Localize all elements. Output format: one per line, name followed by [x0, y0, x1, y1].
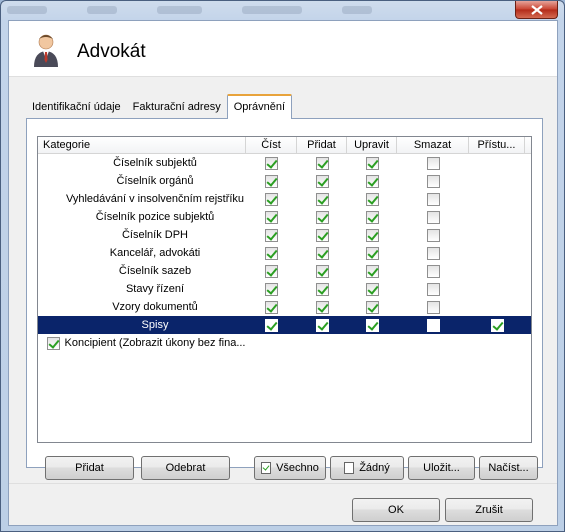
add-checkbox[interactable] — [315, 156, 329, 170]
add-checkbox[interactable] — [315, 228, 329, 242]
access-checkbox[interactable] — [490, 318, 504, 332]
dialog-footer: OK Zrušit — [9, 483, 557, 525]
read-checkbox[interactable] — [265, 156, 278, 170]
add-checkbox[interactable] — [315, 282, 329, 296]
row-label: Stavy řízení — [125, 283, 185, 295]
add-checkbox[interactable] — [315, 264, 329, 278]
row-label: Vyhledávání v insolvenčním rejstříku — [65, 193, 245, 205]
dialog-window: Advokát Identifikační údaje Fakturační a… — [0, 0, 565, 532]
user-icon — [34, 34, 58, 67]
edit-checkbox[interactable] — [365, 246, 379, 260]
tab-billing-addresses[interactable]: Fakturační adresy — [127, 96, 227, 118]
table-row[interactable]: Kancelář, advokáti — [38, 244, 531, 262]
add-checkbox[interactable] — [315, 174, 329, 188]
column-headers: Kategorie Číst Přidat Upravit Smazat Pří… — [38, 137, 531, 154]
delete-checkbox[interactable] — [426, 264, 440, 278]
read-checkbox[interactable] — [265, 192, 278, 206]
titlebar — [7, 3, 507, 17]
row-label: Spisy — [141, 319, 169, 331]
read-checkbox[interactable] — [265, 174, 278, 188]
table-row[interactable]: Vzory dokumentů — [38, 298, 531, 316]
table-row[interactable]: Vyhledávání v insolvenčním rejstříku — [38, 190, 531, 208]
permissions-panel: Kategorie Číst Přidat Upravit Smazat Pří… — [26, 118, 543, 480]
delete-checkbox[interactable] — [426, 174, 440, 188]
read-checkbox[interactable] — [265, 210, 278, 224]
ok-button[interactable]: OK — [352, 498, 440, 522]
delete-checkbox[interactable] — [426, 210, 440, 224]
add-checkbox[interactable] — [315, 246, 329, 260]
column-header-category[interactable]: Kategorie — [38, 137, 246, 153]
column-header-add[interactable]: Přidat — [297, 137, 347, 153]
delete-checkbox[interactable] — [426, 318, 440, 332]
table-row[interactable]: Číselník DPH — [38, 226, 531, 244]
row-label: Číselník DPH — [121, 229, 189, 241]
edit-checkbox[interactable] — [365, 228, 379, 242]
edit-checkbox[interactable] — [365, 210, 379, 224]
read-checkbox[interactable] — [265, 246, 278, 260]
read-checkbox[interactable] — [265, 228, 278, 242]
select-all-button[interactable]: Všechno — [254, 456, 326, 480]
row-label: Číselník sazeb — [118, 265, 192, 277]
table-row[interactable]: Spisy — [38, 316, 531, 334]
edit-checkbox[interactable] — [365, 156, 379, 170]
tab-identification[interactable]: Identifikační údaje — [26, 96, 127, 118]
column-header-delete[interactable]: Smazat — [397, 137, 469, 153]
table-row[interactable]: Stavy řízení — [38, 280, 531, 298]
select-none-button[interactable]: Žádný — [330, 456, 404, 480]
read-checkbox[interactable] — [265, 264, 278, 278]
read-checkbox[interactable] — [265, 318, 278, 332]
row-label: Vzory dokumentů — [112, 301, 198, 313]
delete-checkbox[interactable] — [426, 228, 440, 242]
add-checkbox[interactable] — [315, 210, 329, 224]
tree-parent-item[interactable]: Koncipient (Zobrazit úkony bez fina... — [38, 334, 531, 352]
table-row[interactable]: Číselník subjektů — [38, 154, 531, 172]
add-checkbox[interactable] — [315, 318, 329, 332]
close-icon — [530, 4, 543, 15]
row-label: Kancelář, advokáti — [109, 247, 201, 259]
dialog-title: Advokát — [77, 41, 146, 62]
row-label: Číselník orgánů — [116, 175, 194, 187]
tree-rows: Číselník subjektů Číselník orgánů Vyhledáv… — [38, 154, 531, 334]
tab-permissions[interactable]: Oprávnění — [226, 94, 293, 119]
table-row[interactable]: Číselník pozice subjektů — [38, 208, 531, 226]
edit-checkbox[interactable] — [365, 300, 379, 314]
remove-button[interactable]: Odebrat — [141, 456, 230, 480]
save-button[interactable]: Uložit... — [408, 456, 475, 480]
row-label: Číselník subjektů — [113, 157, 197, 169]
row-label: Číselník pozice subjektů — [95, 211, 215, 223]
delete-checkbox[interactable] — [426, 300, 440, 314]
delete-checkbox[interactable] — [426, 282, 440, 296]
check-all-icon — [261, 462, 272, 474]
add-checkbox[interactable] — [315, 300, 329, 314]
tab-strip: Identifikační údaje Fakturační adresy Op… — [26, 94, 293, 119]
cancel-button[interactable]: Zrušit — [445, 498, 533, 522]
permissions-tree[interactable]: Kategorie Číst Přidat Upravit Smazat Pří… — [37, 136, 532, 443]
read-checkbox[interactable] — [265, 282, 278, 296]
column-header-access[interactable]: Přístu... — [469, 137, 525, 153]
edit-checkbox[interactable] — [365, 282, 379, 296]
dialog-client: Advokát Identifikační údaje Fakturační a… — [8, 20, 558, 526]
edit-checkbox[interactable] — [365, 174, 379, 188]
table-row[interactable]: Číselník sazeb — [38, 262, 531, 280]
add-button[interactable]: Přidat — [45, 456, 134, 480]
dialog-header: Advokát — [9, 21, 557, 77]
koncipient-checkbox[interactable] — [46, 336, 60, 350]
column-header-read[interactable]: Číst — [246, 137, 297, 153]
edit-checkbox[interactable] — [365, 318, 379, 332]
koncipient-label: Koncipient (Zobrazit úkony bez fina... — [64, 337, 246, 349]
load-button[interactable]: Načíst... — [479, 456, 538, 480]
table-row[interactable]: Číselník orgánů — [38, 172, 531, 190]
edit-checkbox[interactable] — [365, 264, 379, 278]
add-checkbox[interactable] — [315, 192, 329, 206]
delete-checkbox[interactable] — [426, 192, 440, 206]
column-header-edit[interactable]: Upravit — [347, 137, 397, 153]
delete-checkbox[interactable] — [426, 156, 440, 170]
delete-checkbox[interactable] — [426, 246, 440, 260]
edit-checkbox[interactable] — [365, 192, 379, 206]
read-checkbox[interactable] — [265, 300, 278, 314]
close-button[interactable] — [515, 1, 558, 19]
uncheck-all-icon — [344, 462, 355, 474]
